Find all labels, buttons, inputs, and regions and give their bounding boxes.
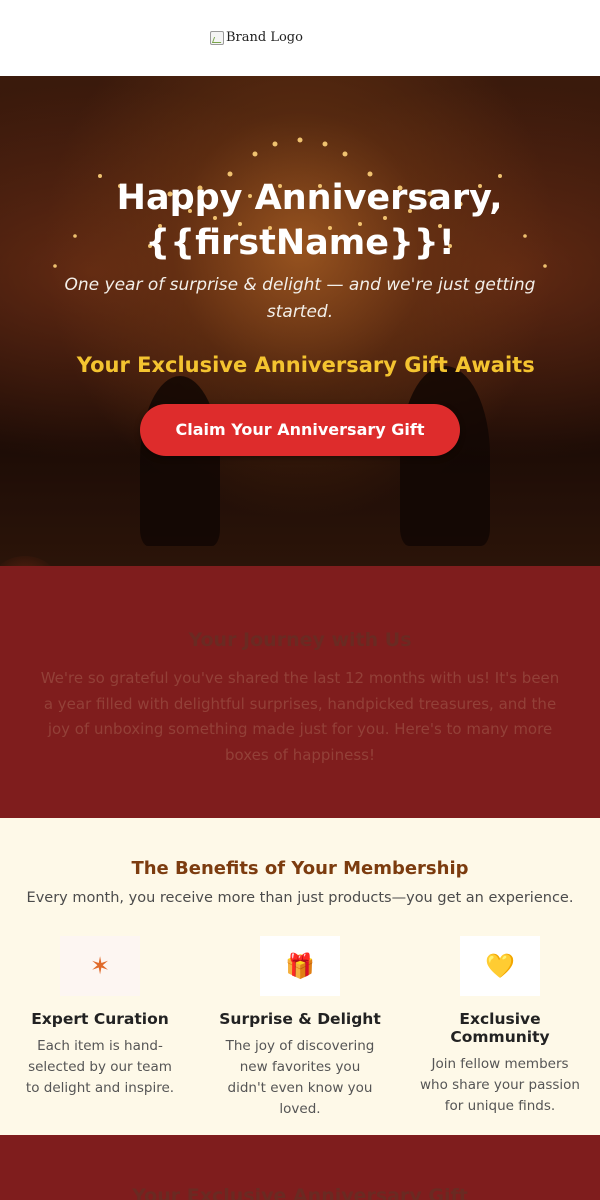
broken-image-icon xyxy=(210,30,224,45)
exclusive-gift-title: Your Exclusive Anniversary Gift xyxy=(132,1185,468,1200)
gift-icon: 🎁 xyxy=(260,936,340,996)
benefits-section: The Benefits of Your Membership Every mo… xyxy=(0,818,600,1135)
benefit-exclusive-community: 💛 Exclusive Community Join fellow member… xyxy=(410,936,590,1120)
brand-logo-alt: Brand Logo xyxy=(226,30,303,45)
benefit-expert-curation: ✶ Expert Curation Each item is hand-sele… xyxy=(10,936,190,1120)
claim-gift-button[interactable]: Claim Your Anniversary Gift xyxy=(140,404,460,456)
hero-subtitle: One year of surprise & delight — and we'… xyxy=(64,275,536,322)
benefit-title: Expert Curation xyxy=(31,1010,169,1028)
candle-glow-left xyxy=(0,556,60,566)
benefit-title: Exclusive Community xyxy=(450,1010,550,1046)
benefit-text: Each item is hand-selected by our team t… xyxy=(25,1038,175,1096)
journey-section: Your Journey with Us We're so grateful y… xyxy=(0,566,600,818)
benefits-subtitle: Every month, you receive more than just … xyxy=(26,890,574,906)
benefit-surprise-delight: 🎁 Surprise & Delight The joy of discover… xyxy=(210,936,390,1120)
journey-title: Your Journey with Us xyxy=(188,629,412,651)
benefit-text: Join fellow members who share your passi… xyxy=(420,1056,580,1114)
email-page: Brand Logo Happy Anniversary, {{firstNam… xyxy=(0,0,600,1200)
benefits-columns: ✶ Expert Curation Each item is hand-sele… xyxy=(0,936,600,1120)
benefit-text: The joy of discovering new favorites you… xyxy=(225,1038,375,1117)
sparkle-icon: ✶ xyxy=(60,936,140,996)
benefits-title: The Benefits of Your Membership xyxy=(131,858,469,879)
diner-silhouette-left xyxy=(140,376,220,546)
email-header: Brand Logo xyxy=(0,0,600,76)
hero-banner: Happy Anniversary, {{firstName}}! One ye… xyxy=(0,76,600,566)
heart-icon: 💛 xyxy=(460,936,540,996)
exclusive-gift-section: Your Exclusive Anniversary Gift xyxy=(0,1135,600,1200)
hero-gift-line: Your Exclusive Anniversary Gift Awaits xyxy=(65,353,535,377)
hero-title-line2: {{firstName}}! xyxy=(145,223,455,263)
diner-silhouette-right xyxy=(400,366,490,546)
hero-title: Happy Anniversary, {{firstName}}! xyxy=(40,176,560,266)
hero-title-line1: Happy Anniversary, xyxy=(97,178,503,218)
journey-text: We're so grateful you've shared the last… xyxy=(40,669,560,764)
brand-logo[interactable]: Brand Logo xyxy=(210,30,303,45)
benefit-title: Surprise & Delight xyxy=(219,1010,381,1028)
